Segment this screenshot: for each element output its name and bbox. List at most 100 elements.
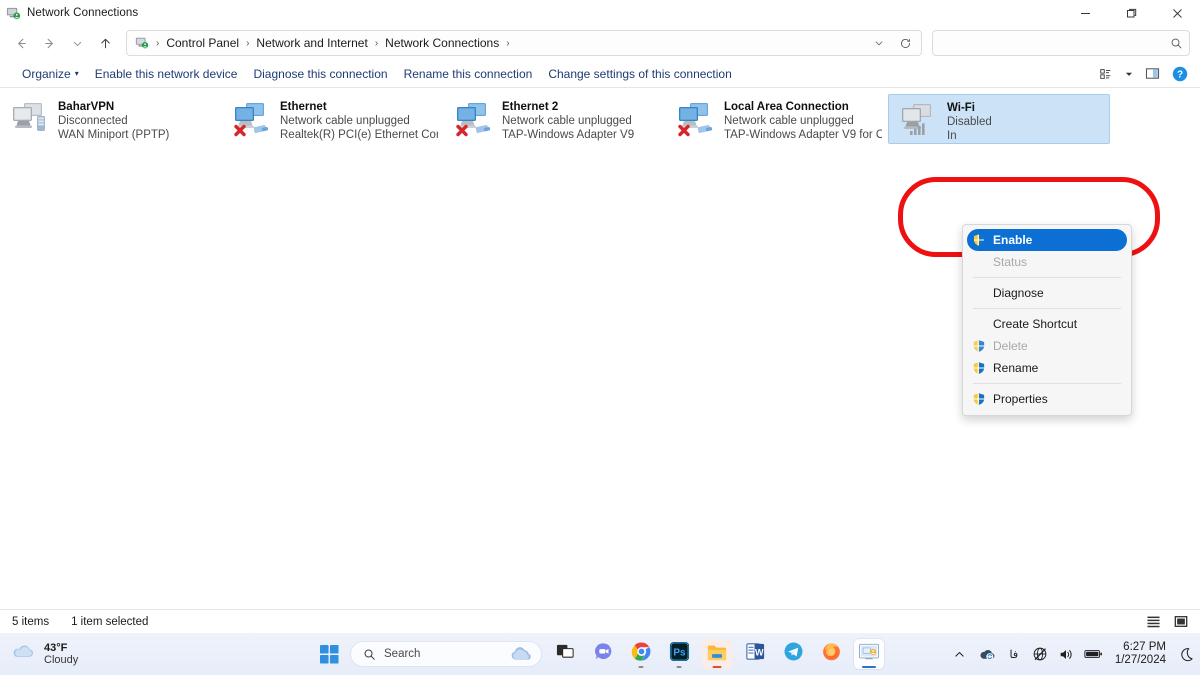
connection-device: WAN Miniport (PPTP): [58, 129, 170, 141]
chat-app[interactable]: [588, 639, 618, 669]
running-indicator: [638, 666, 644, 668]
svg-text:Ps: Ps: [673, 648, 686, 659]
svg-text:W: W: [755, 648, 764, 658]
task-view-icon: [556, 642, 575, 666]
start-button[interactable]: [316, 641, 342, 667]
taskbar: 43°F Cloudy Search Ps W فا 6:27 PM 1/27/…: [0, 633, 1200, 675]
weather-condition: Cloudy: [44, 654, 79, 666]
do-not-disturb-moon-icon[interactable]: [1178, 642, 1194, 666]
network-connections-window-button[interactable]: [854, 639, 884, 669]
status-bar: 5 items 1 item selected: [0, 609, 1200, 633]
up-button[interactable]: [92, 30, 118, 56]
empty-icon-slot: [971, 316, 987, 332]
clock-date: 1/27/2024: [1114, 654, 1166, 666]
breadcrumb-separator-3: ›: [506, 37, 510, 49]
enable-this-network-device-button[interactable]: Enable this network device: [87, 64, 246, 84]
connection-item-ethernet[interactable]: Ethernet Network cable unplugged Realtek…: [222, 94, 444, 144]
address-bar-actions: [867, 32, 919, 54]
organize-button[interactable]: Organize ▾: [14, 64, 87, 84]
breadcrumb-item-network-and-internet[interactable]: Network and Internet: [252, 34, 371, 52]
connection-name: Ethernet: [280, 101, 327, 113]
preview-pane-icon[interactable]: [1140, 63, 1164, 85]
connection-status: Disabled: [947, 116, 992, 128]
tray-overflow-button[interactable]: [952, 642, 968, 666]
connections-list[interactable]: BaharVPN Disconnected WAN Miniport (PPTP…: [0, 88, 1200, 609]
firefox-app[interactable]: [816, 639, 846, 669]
volume-icon[interactable]: [1058, 642, 1074, 666]
cloud-icon: [10, 643, 36, 666]
connection-item-ethernet-2[interactable]: Ethernet 2 Network cable unplugged TAP-W…: [444, 94, 666, 144]
back-button[interactable]: [8, 30, 34, 56]
context-menu[interactable]: Enable Status Diagnose Create Shortcut D…: [962, 224, 1132, 416]
refresh-button[interactable]: [893, 32, 917, 54]
context-menu-item-properties[interactable]: Properties: [967, 388, 1127, 410]
context-menu-item-rename[interactable]: Rename: [967, 357, 1127, 379]
context-menu-item-create-shortcut[interactable]: Create Shortcut: [967, 313, 1127, 335]
shield-icon: [971, 232, 987, 248]
connection-item-baharvpn[interactable]: BaharVPN Disconnected WAN Miniport (PPTP…: [0, 94, 222, 144]
change-settings-of-this-connection-button[interactable]: Change settings of this connection: [540, 64, 739, 84]
recent-locations-button[interactable]: [64, 30, 90, 56]
context-menu-item-diagnose[interactable]: Diagnose: [967, 282, 1127, 304]
rename-this-connection-button[interactable]: Rename this connection: [396, 64, 541, 84]
clock[interactable]: 6:27 PM 1/27/2024: [1113, 641, 1168, 667]
clock-time: 6:27 PM: [1123, 641, 1166, 653]
language-indicator[interactable]: فا: [1006, 642, 1022, 666]
breadcrumb-item-control-panel[interactable]: Control Panel: [162, 34, 243, 52]
word-app[interactable]: W: [740, 639, 770, 669]
address-bar-row: › Control Panel › Network and Internet ›…: [0, 26, 1200, 60]
chevron-down-icon: ▾: [74, 69, 79, 78]
command-bar-right: ?: [1094, 63, 1192, 85]
connection-status: Network cable unplugged: [724, 115, 854, 127]
connection-item-wi-fi[interactable]: Wi-Fi Disabled In: [888, 94, 1110, 144]
firefox-icon: [821, 641, 842, 667]
telegram-app[interactable]: [778, 639, 808, 669]
context-menu-item-enable[interactable]: Enable: [967, 229, 1127, 251]
context-menu-label: Create Shortcut: [993, 317, 1078, 331]
minimize-button[interactable]: [1062, 0, 1108, 26]
empty-icon-slot: [971, 254, 987, 270]
help-icon[interactable]: ?: [1168, 63, 1192, 85]
maximize-button[interactable]: [1108, 0, 1154, 26]
details-view-button[interactable]: [1144, 614, 1162, 630]
battery-icon[interactable]: [1084, 642, 1103, 666]
connection-info: Ethernet 2 Network cable unplugged TAP-W…: [502, 98, 634, 142]
address-bar[interactable]: › Control Panel › Network and Internet ›…: [126, 30, 922, 56]
file-explorer-app[interactable]: [702, 639, 732, 669]
task-view-button[interactable]: [550, 639, 580, 669]
title-bar-left: Network Connections: [0, 6, 138, 21]
breadcrumb-item-network-connections[interactable]: Network Connections: [381, 34, 503, 52]
search-box[interactable]: [932, 30, 1190, 56]
connection-name: Wi-Fi: [947, 102, 975, 114]
taskbar-search[interactable]: Search: [350, 641, 542, 667]
chrome-icon: [631, 641, 652, 667]
shield-icon: [971, 391, 987, 407]
telegram-icon: [783, 641, 804, 667]
close-button[interactable]: [1154, 0, 1200, 26]
diagnose-this-connection-button[interactable]: Diagnose this connection: [245, 64, 395, 84]
photoshop-app[interactable]: Ps: [664, 639, 694, 669]
search-icon: [363, 648, 376, 661]
view-options-dropdown-icon[interactable]: [1122, 63, 1136, 85]
network-connections-window: Network Connections › Control Panel › Ne…: [0, 0, 1200, 633]
view-options-icon[interactable]: [1094, 63, 1118, 85]
weather-widget[interactable]: 43°F Cloudy: [0, 642, 300, 666]
view-toggle-buttons: [1144, 614, 1190, 630]
context-menu-label: Rename: [993, 361, 1039, 375]
onedrive-icon[interactable]: [978, 642, 996, 666]
forward-button[interactable]: [36, 30, 62, 56]
connection-tiles: BaharVPN Disconnected WAN Miniport (PPTP…: [0, 94, 1200, 144]
active-indicator: [862, 666, 876, 668]
chrome-app[interactable]: [626, 639, 656, 669]
breadcrumb: › Control Panel › Network and Internet ›…: [153, 34, 867, 52]
address-dropdown-button[interactable]: [867, 32, 891, 54]
network-disconnected-icon[interactable]: [1032, 642, 1048, 666]
breadcrumb-separator-0: ›: [156, 37, 160, 49]
shield-icon: [971, 360, 987, 376]
shield-icon: [971, 338, 987, 354]
connection-item-local-area-connection[interactable]: Local Area Connection Network cable unpl…: [666, 94, 888, 144]
large-icons-view-button[interactable]: [1172, 614, 1190, 630]
search-input[interactable]: [943, 36, 1170, 50]
connection-name: Local Area Connection: [724, 101, 849, 113]
connection-info: Ethernet Network cable unplugged Realtek…: [280, 98, 438, 142]
